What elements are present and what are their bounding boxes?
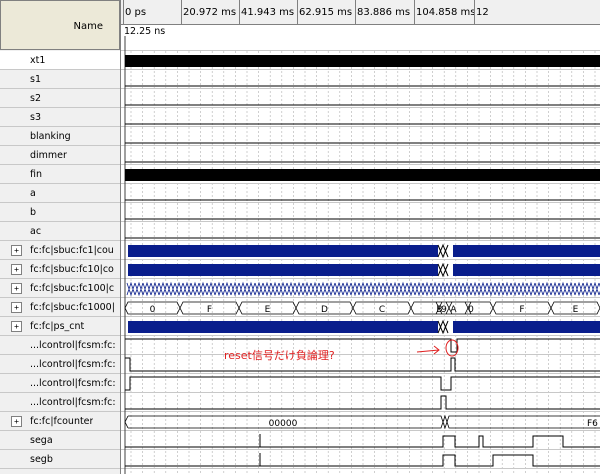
plus-box-icon[interactable]: + xyxy=(11,416,22,427)
bus-value-label: A xyxy=(450,305,457,315)
signal-name: ...lcontrol|fcsm:fc: xyxy=(30,359,116,370)
signal-row[interactable]: + fc:fc|fcounter xyxy=(0,412,120,431)
signal-names-pane: Name xt1 s1 s2 s3 blanking dimmer fin a b ac + fc:f… xyxy=(0,0,121,474)
bus-waveform-fc1 xyxy=(128,245,438,257)
signal-name: fc:fc|fcounter xyxy=(30,416,94,427)
bus-value-label: F xyxy=(519,305,524,315)
signal-name: s1 xyxy=(30,74,41,85)
bus-value-label: 00000 xyxy=(269,419,298,429)
annotation-text: reset信号だけ負論理? xyxy=(224,348,335,362)
control-signal-waveform xyxy=(125,357,600,372)
signal-row[interactable]: + fc:fc|ps_cnt xyxy=(0,317,120,336)
signal-name: ...lcontrol|fcsm:fc: xyxy=(30,340,116,351)
bus-waveform-fc1000 xyxy=(124,301,600,315)
plus-box-icon[interactable]: + xyxy=(11,283,22,294)
control-signal-waveform xyxy=(125,376,600,391)
signal-row[interactable]: + fc:fc|sbuc:fc100|c xyxy=(0,279,120,298)
bus-waveform-fc100 xyxy=(126,281,600,297)
annotation-arrow xyxy=(416,349,440,353)
signal-name: a xyxy=(30,188,36,199)
bus-transition xyxy=(437,319,449,335)
signal-name: fc:fc|sbuc:fc100|c xyxy=(30,283,115,294)
signal-name: blanking xyxy=(30,131,71,142)
bus-value-label: C xyxy=(379,305,385,315)
signal-row[interactable]: b xyxy=(0,203,120,222)
signal-row[interactable]: s3 xyxy=(0,108,120,127)
signal-row[interactable]: s2 xyxy=(0,89,120,108)
signal-row[interactable]: dimmer xyxy=(0,146,120,165)
signal-name: fc:fc|sbuc:fc10|co xyxy=(30,264,114,275)
name-column-title: Name xyxy=(73,21,103,32)
signal-row[interactable]: ...lcontrol|fcsm:fc: xyxy=(0,336,120,355)
control-signal-waveform xyxy=(125,338,600,353)
signal-row[interactable]: segb xyxy=(0,450,120,469)
waveform-pane[interactable]: 0 ps 20.972 ms 41.943 ms 62.915 ms 83.886 ms… xyxy=(121,0,600,474)
plus-box-icon[interactable]: + xyxy=(11,302,22,313)
bus-value-label: D xyxy=(321,305,328,315)
bus-value-label: 0 xyxy=(150,305,156,315)
signal-row[interactable]: + fc:fc|sbuc:fc1|cou xyxy=(0,241,120,260)
name-column-header[interactable]: Name xyxy=(0,0,120,50)
clock-waveform xyxy=(125,169,600,181)
signal-row[interactable]: ...lcontrol|fcsm:fc: xyxy=(0,355,120,374)
signal-name: fin xyxy=(30,169,43,180)
segment-signal-waveform xyxy=(125,454,600,467)
signal-name: xt1 xyxy=(30,55,46,66)
signal-name: dimmer xyxy=(30,150,67,161)
bus-value-label: F6 xyxy=(587,419,598,429)
signal-name: fc:fc|ps_cnt xyxy=(30,321,85,332)
bus-waveform-fcounter xyxy=(124,414,600,430)
signal-row[interactable]: blanking xyxy=(0,127,120,146)
signal-row[interactable]: sega xyxy=(0,431,120,450)
signal-name: fc:fc|sbuc:fc1|cou xyxy=(30,245,114,256)
clock-waveform xyxy=(125,55,600,67)
signal-row[interactable]: ...lcontrol|fcsm:fc: xyxy=(0,374,120,393)
control-signal-waveform xyxy=(125,395,600,410)
signal-row[interactable]: + fc:fc|sbuc:fc10|co xyxy=(0,260,120,279)
signal-name: ac xyxy=(30,226,42,237)
bus-value-label: 0 xyxy=(468,305,474,315)
waveform-canvas[interactable]: 0 F E D C B A9 0 F E00000 F6reset信号だけ負論理? xyxy=(121,0,600,474)
bus-transition xyxy=(437,262,449,278)
signal-row[interactable]: + fc:fc|sbuc:fc1000| xyxy=(0,298,120,317)
signal-name: s2 xyxy=(30,93,41,104)
bus-value-label: E xyxy=(573,305,579,315)
signal-row[interactable]: s1 xyxy=(0,70,120,89)
bus-value-label: F xyxy=(207,305,212,315)
signal-row[interactable]: ac xyxy=(0,222,120,241)
signal-name: ...lcontrol|fcsm:fc: xyxy=(30,397,116,408)
bus-waveform-ps-cnt xyxy=(128,321,438,333)
signal-name: s3 xyxy=(30,112,41,123)
signal-name: segb xyxy=(30,454,53,465)
signal-row[interactable]: a xyxy=(0,184,120,203)
segment-signal-waveform xyxy=(125,435,600,448)
signal-row[interactable]: fin xyxy=(0,165,120,184)
signal-row[interactable]: ...lcontrol|fcsm:fc: xyxy=(0,393,120,412)
bus-waveform-fc10 xyxy=(128,264,438,276)
signal-name: b xyxy=(30,207,37,218)
bus-transition xyxy=(437,243,449,259)
bus-waveform-ps-cnt xyxy=(453,321,600,333)
bus-value-label: E xyxy=(265,305,271,315)
bus-waveform-fc10 xyxy=(453,264,600,276)
annotation-circle xyxy=(445,339,459,357)
bus-waveform-fc1 xyxy=(453,245,600,257)
plus-box-icon[interactable]: + xyxy=(11,264,22,275)
signal-name: sega xyxy=(30,435,53,446)
plus-box-icon[interactable]: + xyxy=(11,245,22,256)
signal-row[interactable]: xt1 xyxy=(0,51,120,70)
signal-name: ...lcontrol|fcsm:fc: xyxy=(30,378,116,389)
signal-name: fc:fc|sbuc:fc1000| xyxy=(30,302,115,313)
plus-box-icon[interactable]: + xyxy=(11,321,22,332)
bus-value-label: 9 xyxy=(441,305,447,315)
